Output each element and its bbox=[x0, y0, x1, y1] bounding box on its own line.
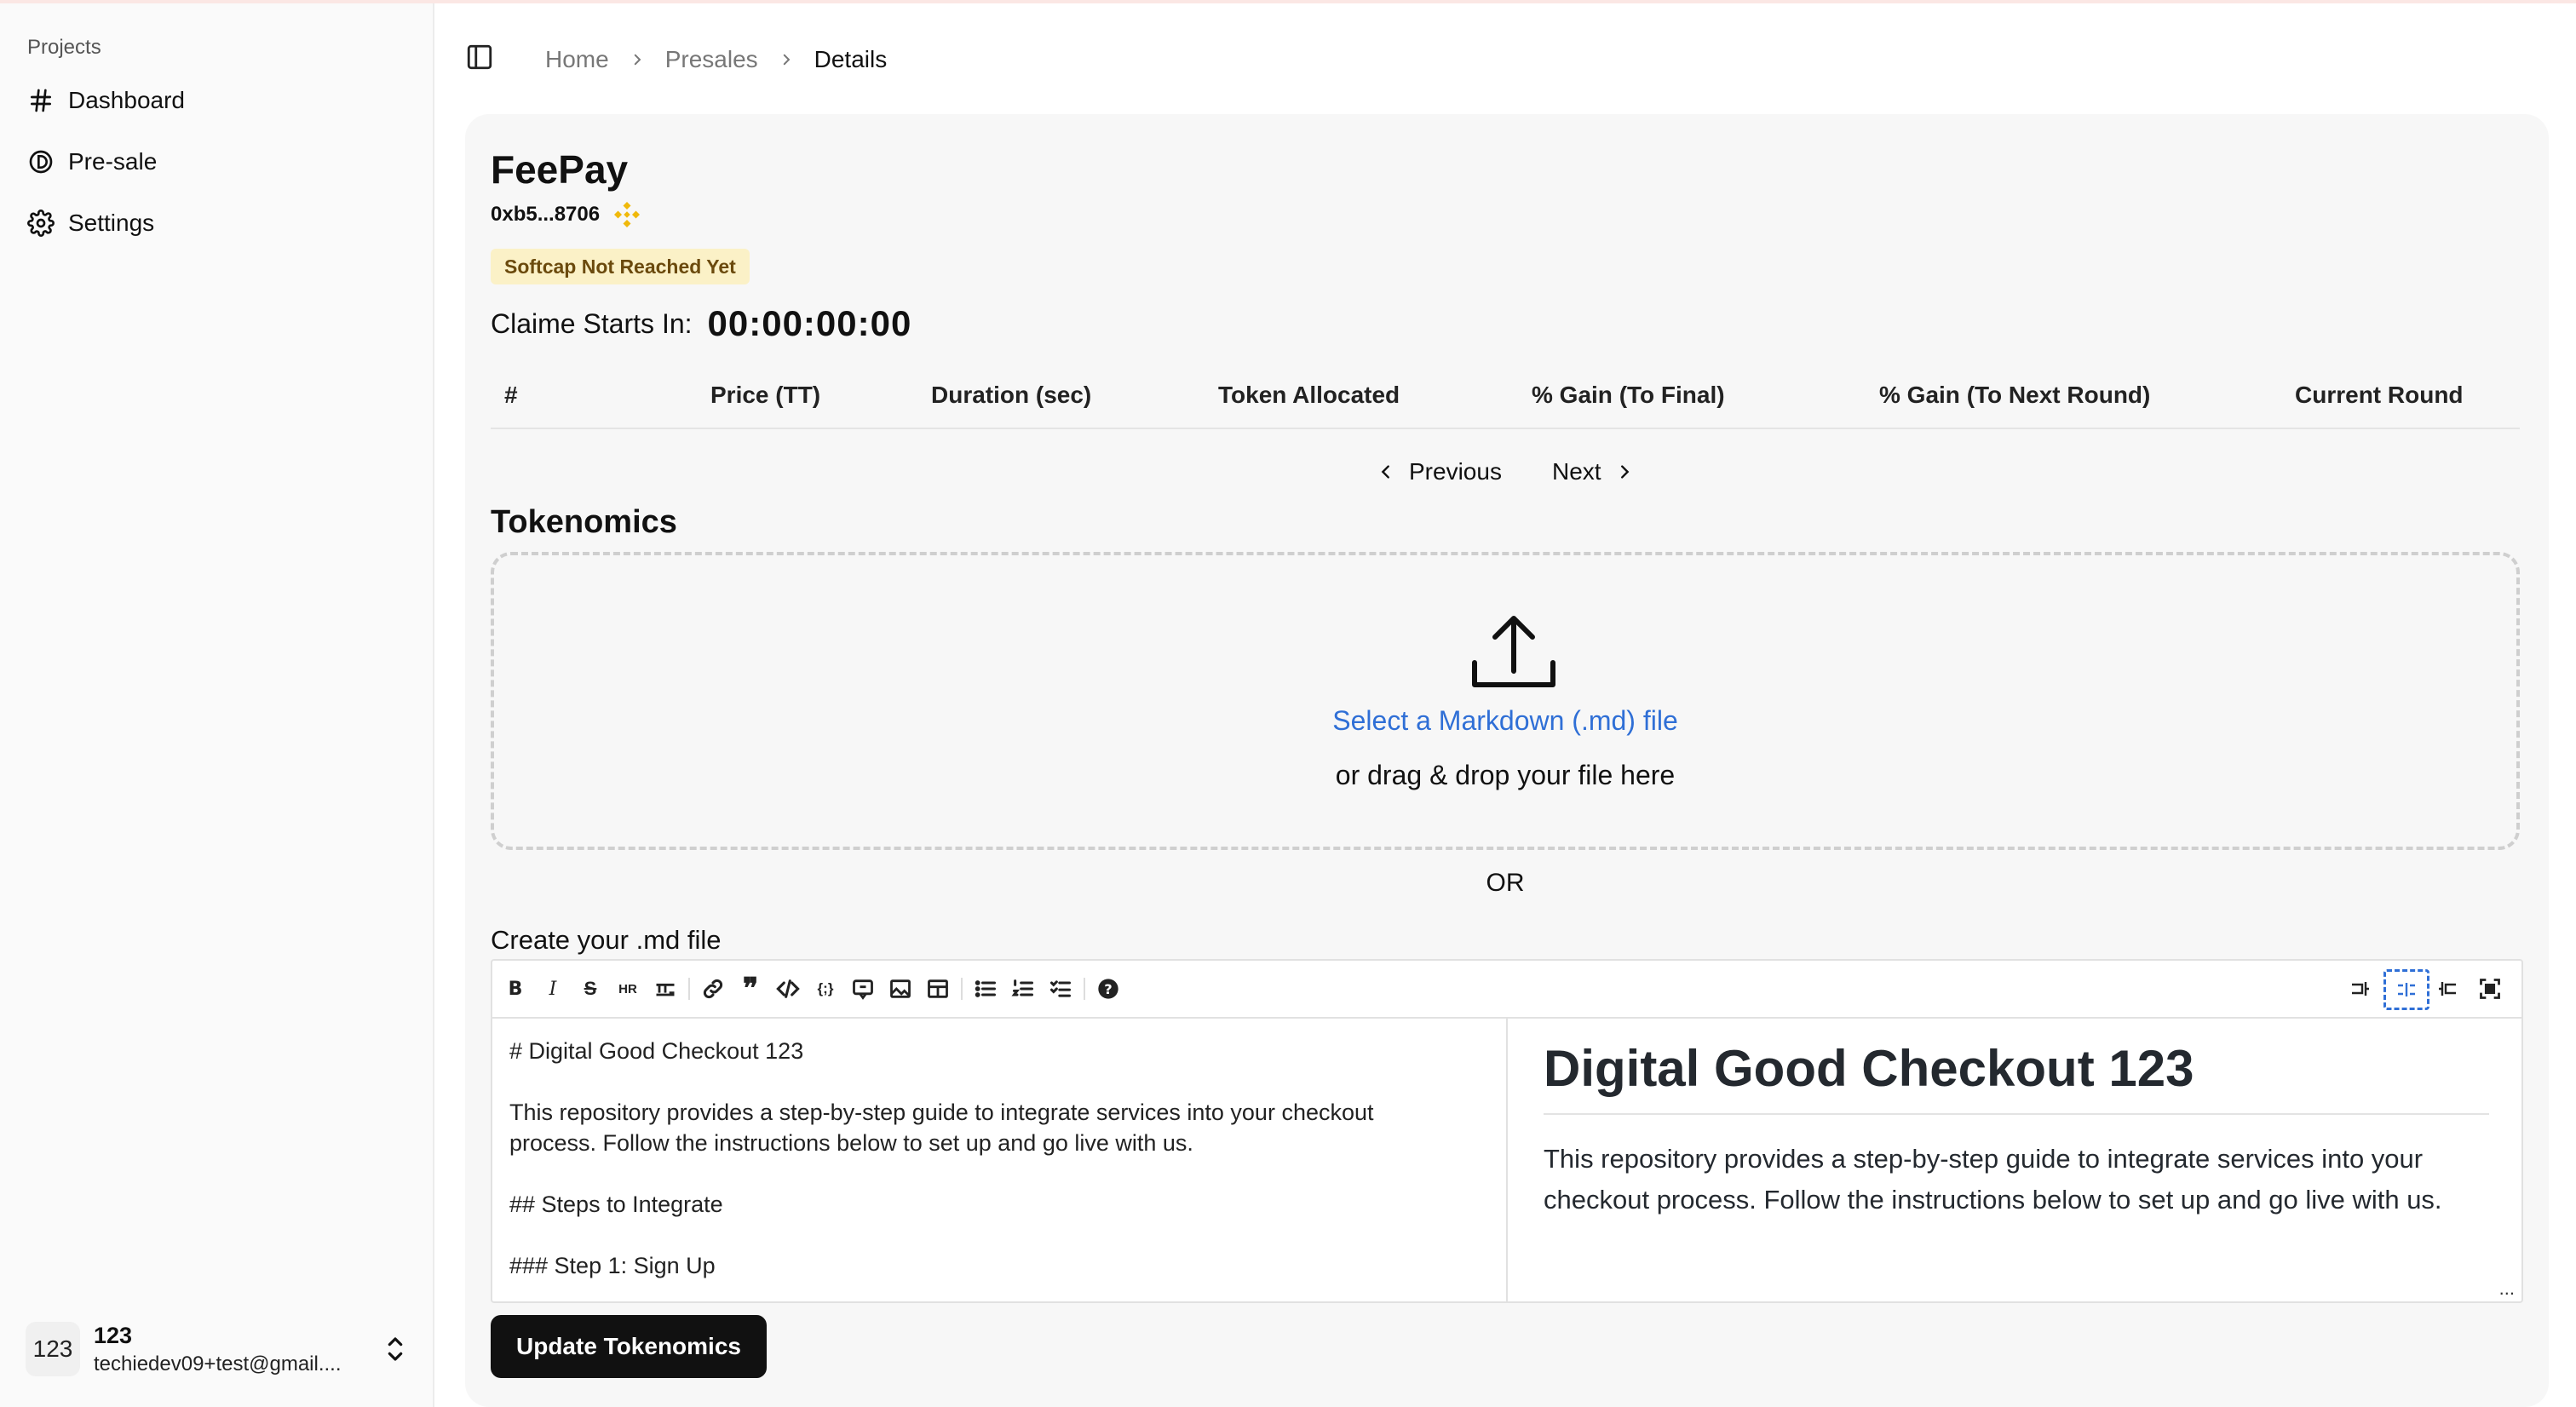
bold-icon[interactable]: B bbox=[503, 976, 528, 1002]
ordered-list-icon[interactable] bbox=[1010, 976, 1036, 1002]
column-header-number: # bbox=[504, 382, 518, 408]
split-view-mode-icon[interactable] bbox=[2383, 969, 2429, 1010]
bnb-icon bbox=[614, 202, 641, 227]
breadcrumb: Home Presales Details bbox=[545, 43, 887, 77]
table-icon[interactable] bbox=[925, 976, 951, 1002]
code-block-icon[interactable]: {;} bbox=[813, 976, 838, 1002]
drag-drop-hint: or drag & drop your file here bbox=[1335, 760, 1676, 790]
quote-icon[interactable]: ❞ bbox=[738, 972, 763, 1006]
column-header-gain-final: % Gain (To Final) bbox=[1532, 382, 1725, 408]
image-icon[interactable] bbox=[888, 976, 913, 1002]
sidebar-item-dashboard[interactable]: Dashboard bbox=[27, 77, 185, 124]
column-header-token-allocated: Token Allocated bbox=[1218, 382, 1400, 408]
markdown-editor: B I S HR ❞ {;} ? # Digital Good Checkout… bbox=[491, 959, 2523, 1303]
preview-only-mode-icon[interactable] bbox=[2433, 976, 2458, 1002]
tokenomics-title: Tokenomics bbox=[491, 504, 677, 540]
sidebar-item-label: Pre-sale bbox=[68, 148, 158, 175]
edit-only-mode-icon[interactable] bbox=[2349, 976, 2375, 1002]
select-markdown-file-link[interactable]: Select a Markdown (.md) file bbox=[494, 705, 2516, 737]
rounds-table-header: # Price (TT) Duration (sec) Token Alloca… bbox=[491, 373, 2520, 429]
previous-label: Previous bbox=[1409, 458, 1502, 485]
editor-toolbar: B I S HR ❞ {;} ? bbox=[492, 961, 2521, 1019]
project-title: FeePay bbox=[491, 147, 629, 192]
project-address-row: 0xb5...8706 bbox=[491, 199, 642, 230]
chevrons-up-down-icon bbox=[388, 1337, 403, 1361]
sidebar-item-label: Settings bbox=[68, 210, 155, 236]
create-md-label: Create your .md file bbox=[491, 925, 722, 955]
gear-icon bbox=[27, 210, 55, 237]
chevron-right-icon bbox=[634, 54, 641, 66]
horizontal-rule-icon[interactable]: HR bbox=[615, 976, 641, 1002]
user-name: 123 bbox=[94, 1322, 133, 1348]
title-icon[interactable] bbox=[653, 976, 678, 1002]
comment-icon[interactable] bbox=[850, 976, 876, 1002]
avatar: 123 bbox=[26, 1322, 80, 1376]
preview-heading: Digital Good Checkout 123 bbox=[1544, 1039, 2489, 1115]
toolbar-divider bbox=[1084, 978, 1085, 1000]
sidebar-item-pre-sale[interactable]: Pre-sale bbox=[27, 138, 157, 186]
preview-paragraph: This repository provides a step-by-step … bbox=[1544, 1144, 2442, 1215]
breadcrumb-home[interactable]: Home bbox=[545, 46, 609, 73]
markdown-dropzone[interactable]: Select a Markdown (.md) file or drag & d… bbox=[491, 552, 2520, 850]
user-menu[interactable]: 123 123 techiedev09+test@gmail.... bbox=[26, 1306, 409, 1392]
next-page-button[interactable]: Next bbox=[1552, 451, 1634, 492]
upload-icon bbox=[1472, 616, 1555, 687]
claim-countdown: 00:00:00:00 bbox=[707, 303, 912, 343]
code-icon[interactable] bbox=[775, 976, 801, 1002]
markdown-preview: Digital Good Checkout 123 This repositor… bbox=[1509, 1017, 2523, 1303]
italic-icon[interactable]: I bbox=[540, 976, 566, 1002]
sidebar-item-label: Dashboard bbox=[68, 87, 185, 113]
link-icon[interactable] bbox=[700, 976, 726, 1002]
sidebar: Projects Dashboard Pre-sale Settings 123… bbox=[0, 3, 434, 1407]
claim-label: Claime Starts In: bbox=[491, 307, 693, 339]
column-header-duration: Duration (sec) bbox=[931, 382, 1092, 408]
unordered-list-icon[interactable] bbox=[973, 976, 998, 1002]
chevron-right-icon bbox=[1620, 465, 1629, 479]
strikethrough-icon[interactable]: S bbox=[578, 976, 603, 1002]
column-header-current-round: Current Round bbox=[2295, 382, 2464, 408]
column-header-gain-next: % Gain (To Next Round) bbox=[1879, 382, 2151, 408]
checklist-icon[interactable] bbox=[1048, 976, 1073, 1002]
help-icon[interactable]: ? bbox=[1095, 976, 1121, 1002]
sidebar-toggle-icon[interactable] bbox=[465, 43, 494, 72]
toolbar-divider bbox=[961, 978, 963, 1000]
breadcrumb-presales[interactable]: Presales bbox=[665, 46, 758, 73]
fullscreen-icon[interactable] bbox=[2477, 976, 2503, 1002]
preview-resize-handle[interactable]: ... bbox=[2499, 1278, 2515, 1300]
coin-icon bbox=[29, 150, 53, 174]
or-divider: OR bbox=[1486, 869, 1525, 897]
column-header-price: Price (TT) bbox=[710, 382, 821, 408]
markdown-source-textarea[interactable]: # Digital Good Checkout 123 This reposit… bbox=[492, 1017, 1508, 1303]
project-address[interactable]: 0xb5...8706 bbox=[491, 203, 600, 227]
user-email: techiedev09+test@gmail.... bbox=[94, 1352, 342, 1375]
claim-countdown-row: Claime Starts In: 00:00:00:00 bbox=[491, 300, 911, 347]
next-label: Next bbox=[1552, 458, 1601, 485]
hash-icon bbox=[31, 89, 51, 112]
chevron-right-icon bbox=[783, 54, 791, 66]
breadcrumb-details: Details bbox=[814, 46, 888, 72]
svg-text:?: ? bbox=[1104, 981, 1112, 997]
chevron-left-icon bbox=[1381, 465, 1389, 479]
previous-page-button[interactable]: Previous bbox=[1377, 451, 1502, 492]
status-badge: Softcap Not Reached Yet bbox=[491, 249, 750, 284]
sidebar-section-heading: Projects bbox=[27, 36, 101, 59]
sidebar-item-settings[interactable]: Settings bbox=[27, 199, 154, 247]
update-tokenomics-button[interactable]: Update Tokenomics bbox=[491, 1315, 767, 1378]
toolbar-divider bbox=[688, 978, 690, 1000]
